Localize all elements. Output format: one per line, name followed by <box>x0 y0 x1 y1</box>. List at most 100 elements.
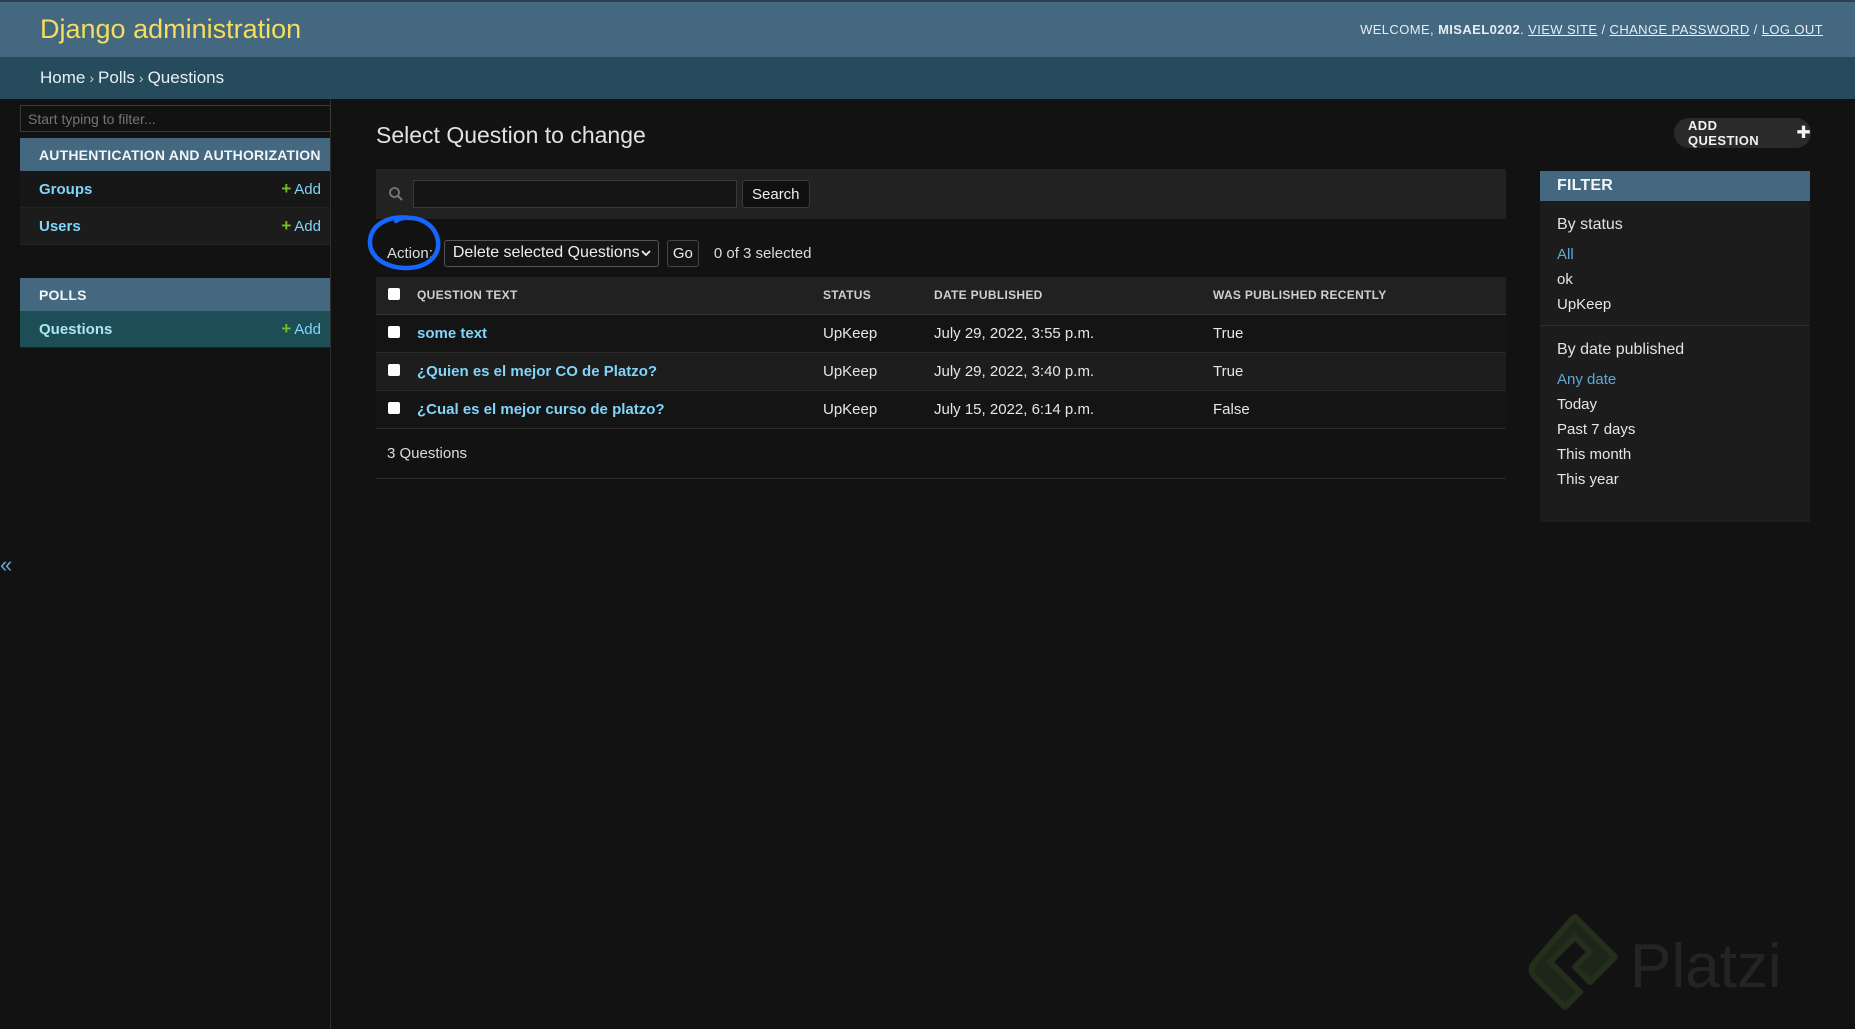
plus-icon: + <box>281 319 292 338</box>
sidebar-item-groups: Groups + Add <box>20 171 330 208</box>
breadcrumb-questions: Questions <box>147 68 225 87</box>
add-groups-link[interactable]: + Add <box>281 179 321 199</box>
date-cell: July 29, 2022, 3:40 p.m. <box>934 352 1213 391</box>
question-link[interactable]: ¿Cual es el mejor curso de platzo? <box>417 401 665 418</box>
filter-option-ok[interactable]: ok <box>1557 267 1810 292</box>
row-checkbox-cell <box>376 390 417 429</box>
table-row: some text UpKeep July 29, 2022, 3:55 p.m… <box>376 314 1506 353</box>
app-caption-auth[interactable]: AUTHENTICATION AND AUTHORIZATION <box>20 138 330 171</box>
filter-option-past-7-days[interactable]: Past 7 days <box>1557 417 1810 442</box>
action-label: Action: <box>387 244 433 262</box>
column-question-text[interactable]: QUESTION TEXT <box>417 277 823 315</box>
sidebar-item-users: Users + Add <box>20 208 330 245</box>
recent-cell: True <box>1213 352 1506 391</box>
plus-icon: + <box>281 216 292 235</box>
username: MISAEL0202 <box>1438 22 1521 37</box>
breadcrumb-separator: › <box>138 70 144 86</box>
add-questions-link[interactable]: + Add <box>281 319 321 339</box>
filter-option-all[interactable]: All <box>1557 242 1810 267</box>
breadcrumb-polls[interactable]: Polls <box>98 68 135 88</box>
plus-icon: + <box>281 179 292 198</box>
action-select[interactable]: Delete selected Questions <box>443 239 659 267</box>
actions-bar: Action: Delete selected Questions Go 0 o… <box>367 215 1506 271</box>
table-row: ¿Quien es el mejor CO de Platzo? UpKeep … <box>376 352 1506 391</box>
changelist-filter: FILTER By status All ok UpKeep By date p… <box>1540 171 1810 522</box>
question-link[interactable]: ¿Quien es el mejor CO de Platzo? <box>417 363 657 380</box>
question-cell: ¿Cual es el mejor curso de platzo? <box>417 390 823 429</box>
search-toolbar: Search <box>376 169 1506 219</box>
go-button[interactable]: Go <box>666 239 699 267</box>
change-password-link[interactable]: CHANGE PASSWORD <box>1610 22 1750 37</box>
sidebar-item-questions: Questions + Add <box>20 311 330 348</box>
row-checkbox[interactable] <box>388 363 400 376</box>
add-label: Add <box>294 181 321 198</box>
add-label: Add <box>294 218 321 235</box>
selection-counter: 0 of 3 selected <box>713 244 812 262</box>
toggle-nav-sidebar-icon[interactable]: « <box>0 552 12 578</box>
app-caption-polls[interactable]: POLLS <box>20 278 330 311</box>
row-checkbox[interactable] <box>388 325 400 338</box>
filter-heading-status: By status <box>1557 216 1623 233</box>
column-date-published[interactable]: DATE PUBLISHED <box>934 277 1213 315</box>
recent-cell: False <box>1213 390 1506 429</box>
add-question-button[interactable]: ADD QUESTION ✚ <box>1674 118 1811 148</box>
filter-option-this-month[interactable]: This month <box>1557 442 1810 467</box>
breadcrumb-home[interactable]: Home <box>40 68 85 88</box>
content-main: Select Question to change Search Action:… <box>367 99 1506 479</box>
search-input[interactable] <box>413 180 737 208</box>
search-icon <box>389 187 403 201</box>
platzi-watermark-logo: Platzi <box>1528 914 1782 1010</box>
column-status[interactable]: STATUS <box>823 277 934 315</box>
model-link-users[interactable]: Users <box>39 218 81 235</box>
select-all-checkbox[interactable] <box>388 287 400 300</box>
date-cell: July 15, 2022, 6:14 p.m. <box>934 390 1213 429</box>
plus-icon: ✚ <box>1796 123 1811 142</box>
separator: / <box>1753 22 1758 37</box>
row-checkbox[interactable] <box>388 401 400 414</box>
filter-option-any-date[interactable]: Any date <box>1557 367 1810 392</box>
select-all-header <box>376 277 417 315</box>
row-checkbox-cell <box>376 314 417 353</box>
result-table: QUESTION TEXT STATUS DATE PUBLISHED WAS … <box>376 277 1506 429</box>
filter-heading-date: By date published <box>1557 341 1685 358</box>
date-cell: July 29, 2022, 3:55 p.m. <box>934 314 1213 353</box>
row-checkbox-cell <box>376 352 417 391</box>
separator: / <box>1601 22 1606 37</box>
svg-text:Platzi: Platzi <box>1630 932 1782 1001</box>
search-button[interactable]: Search <box>742 180 810 208</box>
welcome-text: WELCOME, <box>1360 22 1435 37</box>
app-spacer <box>20 245 330 278</box>
filter-option-today[interactable]: Today <box>1557 392 1810 417</box>
breadcrumb-separator: › <box>89 70 95 86</box>
filter-title: FILTER <box>1540 171 1810 201</box>
divider <box>1540 325 1810 326</box>
question-link[interactable]: some text <box>417 325 487 342</box>
table-header-row: QUESTION TEXT STATUS DATE PUBLISHED WAS … <box>376 277 1506 315</box>
status-cell: UpKeep <box>823 352 934 391</box>
status-cell: UpKeep <box>823 390 934 429</box>
paginator: 3 Questions <box>376 429 1506 479</box>
view-site-link[interactable]: VIEW SITE <box>1528 22 1597 37</box>
model-link-questions[interactable]: Questions <box>39 321 112 338</box>
column-was-published-recently[interactable]: WAS PUBLISHED RECENTLY <box>1213 277 1506 315</box>
table-row: ¿Cual es el mejor curso de platzo? UpKee… <box>376 390 1506 429</box>
header: Django administration WELCOME, MISAEL020… <box>0 0 1855 57</box>
nav-sidebar: AUTHENTICATION AND AUTHORIZATION Groups … <box>20 99 331 1029</box>
user-tools: WELCOME, MISAEL0202. VIEW SITE / CHANGE … <box>1360 22 1823 37</box>
filter-list-status: All ok UpKeep <box>1540 242 1810 317</box>
question-cell: some text <box>417 314 823 353</box>
chevron-down-icon <box>641 250 651 257</box>
annotation-circle <box>367 215 441 271</box>
filter-option-upkeep[interactable]: UpKeep <box>1557 292 1810 317</box>
site-name[interactable]: Django administration <box>40 14 301 45</box>
page-title: Select Question to change <box>376 122 646 148</box>
log-out-link[interactable]: LOG OUT <box>1762 22 1823 37</box>
question-cell: ¿Quien es el mejor CO de Platzo? <box>417 352 823 391</box>
add-users-link[interactable]: + Add <box>281 216 321 236</box>
model-link-groups[interactable]: Groups <box>39 181 92 198</box>
nav-filter-input[interactable] <box>20 105 331 132</box>
filter-list-date: Any date Today Past 7 days This month Th… <box>1540 367 1810 492</box>
filter-option-this-year[interactable]: This year <box>1557 467 1810 492</box>
recent-cell: True <box>1213 314 1506 353</box>
action-select-value: Delete selected Questions <box>452 244 640 261</box>
